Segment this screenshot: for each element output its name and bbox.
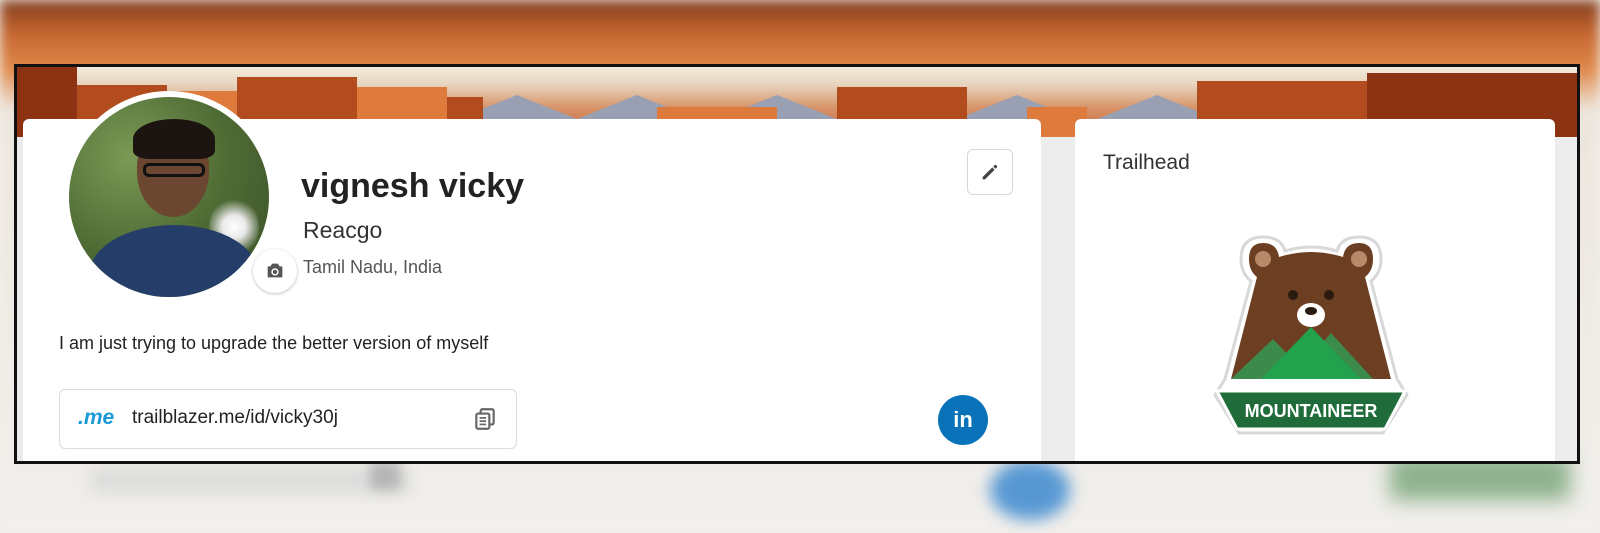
trailhead-card: Trailhead MOUNTAINEER — [1075, 119, 1555, 461]
edit-profile-button[interactable] — [967, 149, 1013, 195]
trailhead-title: Trailhead — [1103, 151, 1190, 174]
profile-url[interactable]: trailblazer.me/id/vicky30j — [132, 407, 338, 429]
screenshot-frame: vignesh vicky Reacgo Tamil Nadu, India I… — [14, 64, 1580, 464]
blurred-background-bottom — [0, 455, 1600, 533]
profile-bio: I am just trying to upgrade the better v… — [59, 333, 489, 353]
camera-icon — [267, 263, 283, 278]
me-logo: .me — [78, 406, 115, 429]
profile-card: vignesh vicky Reacgo Tamil Nadu, India I… — [23, 91, 1041, 461]
avatar[interactable] — [63, 91, 297, 303]
copy-icon[interactable] — [472, 406, 498, 432]
linkedin-icon: in — [953, 407, 973, 432]
badge-label: MOUNTAINEER — [1245, 401, 1378, 421]
pencil-icon — [982, 164, 998, 180]
change-photo-button[interactable] — [253, 249, 297, 293]
linkedin-button[interactable]: in — [938, 395, 988, 445]
profile-company: Reacgo — [303, 217, 383, 243]
profile-name: vignesh vicky — [301, 167, 525, 205]
profile-location: Tamil Nadu, India — [303, 257, 443, 277]
profile-photo — [69, 97, 269, 297]
trailblazer-link[interactable]: .me trailblazer.me/id/vicky30j — [59, 389, 517, 449]
mountaineer-badge[interactable]: MOUNTAINEER — [1201, 229, 1421, 437]
